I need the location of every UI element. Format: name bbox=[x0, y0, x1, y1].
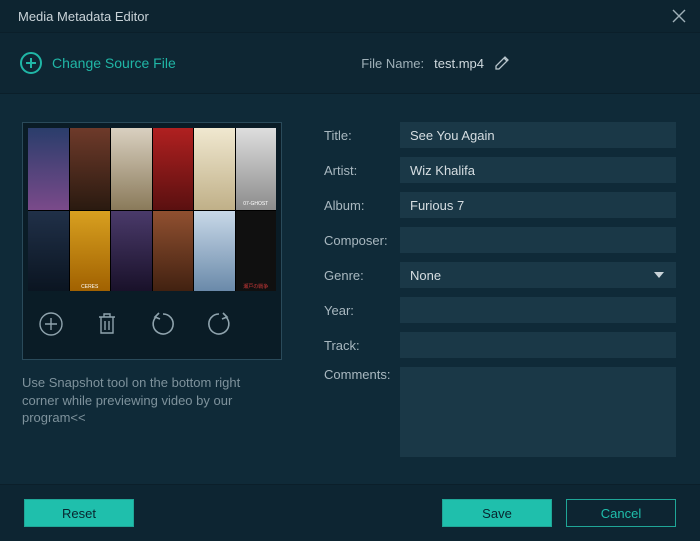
delete-artwork-button[interactable] bbox=[92, 309, 122, 339]
poster-thumb bbox=[111, 128, 152, 210]
album-field[interactable] bbox=[400, 192, 676, 218]
source-bar: Change Source File File Name: test.mp4 bbox=[0, 32, 700, 94]
chevron-down-icon bbox=[654, 272, 664, 278]
poster-thumb: 瀬戸の戦争 bbox=[236, 211, 277, 291]
artwork-tools bbox=[28, 291, 276, 339]
undo-button[interactable] bbox=[148, 309, 178, 339]
title-bar: Media Metadata Editor bbox=[0, 0, 700, 32]
cancel-button[interactable]: Cancel bbox=[566, 499, 676, 527]
artwork-preview[interactable]: 07-GHOST CERES 瀬戸の戦争 bbox=[28, 128, 276, 291]
label-title: Title: bbox=[324, 128, 400, 143]
filename-value: test.mp4 bbox=[434, 56, 484, 71]
label-comments: Comments: bbox=[324, 367, 400, 382]
poster-thumb bbox=[153, 211, 194, 291]
label-artist: Artist: bbox=[324, 163, 400, 178]
label-genre: Genre: bbox=[324, 268, 400, 283]
poster-thumb bbox=[194, 128, 235, 210]
poster-thumb: 07-GHOST bbox=[236, 128, 277, 210]
poster-thumb bbox=[28, 128, 69, 210]
label-year: Year: bbox=[324, 303, 400, 318]
track-field[interactable] bbox=[400, 332, 676, 358]
hint-text: Use Snapshot tool on the bottom right co… bbox=[22, 374, 272, 427]
metadata-form: Title: Artist: Album: Composer: Genre: N… bbox=[324, 122, 676, 464]
label-composer: Composer: bbox=[324, 233, 400, 248]
reset-button[interactable]: Reset bbox=[24, 499, 134, 527]
redo-button[interactable] bbox=[204, 309, 234, 339]
change-source-label: Change Source File bbox=[52, 55, 176, 71]
genre-dropdown[interactable]: None bbox=[400, 262, 676, 288]
comments-field[interactable] bbox=[400, 367, 676, 457]
change-source-button[interactable]: Change Source File bbox=[20, 52, 176, 74]
poster-thumb bbox=[28, 211, 69, 291]
composer-field[interactable] bbox=[400, 227, 676, 253]
year-field[interactable] bbox=[400, 297, 676, 323]
save-button[interactable]: Save bbox=[442, 499, 552, 527]
poster-thumb: CERES bbox=[70, 211, 111, 291]
label-track: Track: bbox=[324, 338, 400, 353]
plus-circle-icon bbox=[20, 52, 42, 74]
poster-thumb bbox=[70, 128, 111, 210]
close-icon[interactable] bbox=[672, 9, 686, 23]
genre-value: None bbox=[410, 268, 441, 283]
window-title: Media Metadata Editor bbox=[18, 9, 149, 24]
poster-thumb bbox=[194, 211, 235, 291]
artist-field[interactable] bbox=[400, 157, 676, 183]
label-album: Album: bbox=[324, 198, 400, 213]
footer-bar: Reset Save Cancel bbox=[0, 484, 700, 541]
filename-label: File Name: bbox=[361, 56, 424, 71]
filename-block: File Name: test.mp4 bbox=[361, 55, 680, 71]
main-area: 07-GHOST CERES 瀬戸の戦争 bbox=[0, 94, 700, 484]
pencil-icon[interactable] bbox=[494, 55, 510, 71]
artwork-box: 07-GHOST CERES 瀬戸の戦争 bbox=[22, 122, 282, 360]
poster-thumb bbox=[153, 128, 194, 210]
artwork-column: 07-GHOST CERES 瀬戸の戦争 bbox=[22, 122, 284, 464]
add-artwork-button[interactable] bbox=[36, 309, 66, 339]
title-field[interactable] bbox=[400, 122, 676, 148]
poster-thumb bbox=[111, 211, 152, 291]
poster-grid: 07-GHOST CERES 瀬戸の戦争 bbox=[28, 128, 276, 291]
